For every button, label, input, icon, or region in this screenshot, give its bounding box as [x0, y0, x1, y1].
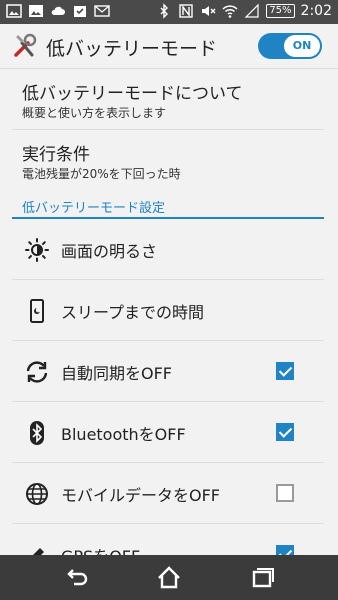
settings-section-header: 低バッテリーモード設定: [0, 192, 338, 220]
execution-condition-item[interactable]: 実行条件 電池残量が20%を下回った時: [0, 130, 338, 188]
about-low-battery-mode-item[interactable]: 低バッテリーモードについて 概要と使い方を表示します: [0, 70, 338, 128]
navigation-bar: [0, 555, 338, 600]
bluetooth-status-icon: [160, 3, 169, 19]
action-bar: 低バッテリーモード ON: [0, 24, 338, 69]
home-icon[interactable]: [155, 564, 183, 592]
about-title: 低バッテリーモードについて: [22, 84, 243, 104]
brightness-icon: [25, 238, 49, 262]
toggle-knob: ON: [284, 35, 320, 57]
setting-gps-off[interactable]: GPSをOFF: [0, 524, 338, 555]
mobile-data-checkbox[interactable]: [276, 484, 294, 502]
setting-label: BluetoothをOFF: [61, 425, 186, 444]
nfc-icon: [179, 4, 194, 18]
cloud-icon: [51, 6, 65, 15]
setting-sleep-timeout[interactable]: スリープまでの時間: [0, 280, 338, 340]
setting-label: GPSをOFF: [61, 543, 140, 555]
battery-indicator: 75%: [266, 4, 295, 18]
status-bar-system: 75% 2:02: [156, 3, 332, 19]
mail-icon: [94, 5, 110, 17]
status-bar: 75% 2:02: [0, 0, 338, 24]
low-battery-mode-toggle[interactable]: ON: [258, 33, 322, 59]
bluetooth-icon: [30, 421, 44, 445]
setting-mobile-data-off[interactable]: モバイルデータをOFF: [0, 463, 338, 523]
mute-icon: [202, 6, 216, 16]
condition-subtitle: 電池残量が20%を下回った時: [22, 167, 181, 181]
sync-icon: [26, 361, 48, 383]
about-subtitle: 概要と使い方を表示します: [22, 106, 167, 120]
back-icon[interactable]: [62, 564, 90, 592]
recent-apps-icon[interactable]: [248, 564, 276, 592]
setting-screen-brightness[interactable]: 画面の明るさ: [0, 219, 338, 279]
gps-checkbox[interactable]: [276, 545, 294, 555]
clock: 2:02: [300, 3, 332, 19]
tools-icon: [14, 33, 37, 57]
signal-icon: [244, 3, 259, 18]
photo-icon: [29, 5, 43, 17]
gps-icon: [33, 548, 44, 555]
page-title: 低バッテリーモード: [46, 38, 218, 60]
setting-label: 画面の明るさ: [61, 242, 158, 261]
setting-label: 自動同期をOFF: [61, 364, 173, 383]
section-title: 低バッテリーモード設定: [22, 201, 166, 216]
auto-sync-checkbox[interactable]: [276, 362, 294, 380]
bluetooth-checkbox[interactable]: [276, 423, 294, 441]
globe-icon: [26, 483, 48, 505]
download-done-icon: [74, 6, 86, 17]
status-bar-notifications: [6, 3, 110, 19]
condition-title: 実行条件: [22, 145, 90, 165]
wifi-icon: [222, 5, 238, 18]
setting-bluetooth-off[interactable]: BluetoothをOFF: [0, 402, 338, 462]
setting-label: モバイルデータをOFF: [61, 486, 221, 505]
setting-label: スリープまでの時間: [61, 303, 205, 322]
setting-auto-sync-off[interactable]: 自動同期をOFF: [0, 341, 338, 401]
gallery-icon: [6, 4, 22, 18]
sleep-phone-icon: [30, 299, 44, 323]
